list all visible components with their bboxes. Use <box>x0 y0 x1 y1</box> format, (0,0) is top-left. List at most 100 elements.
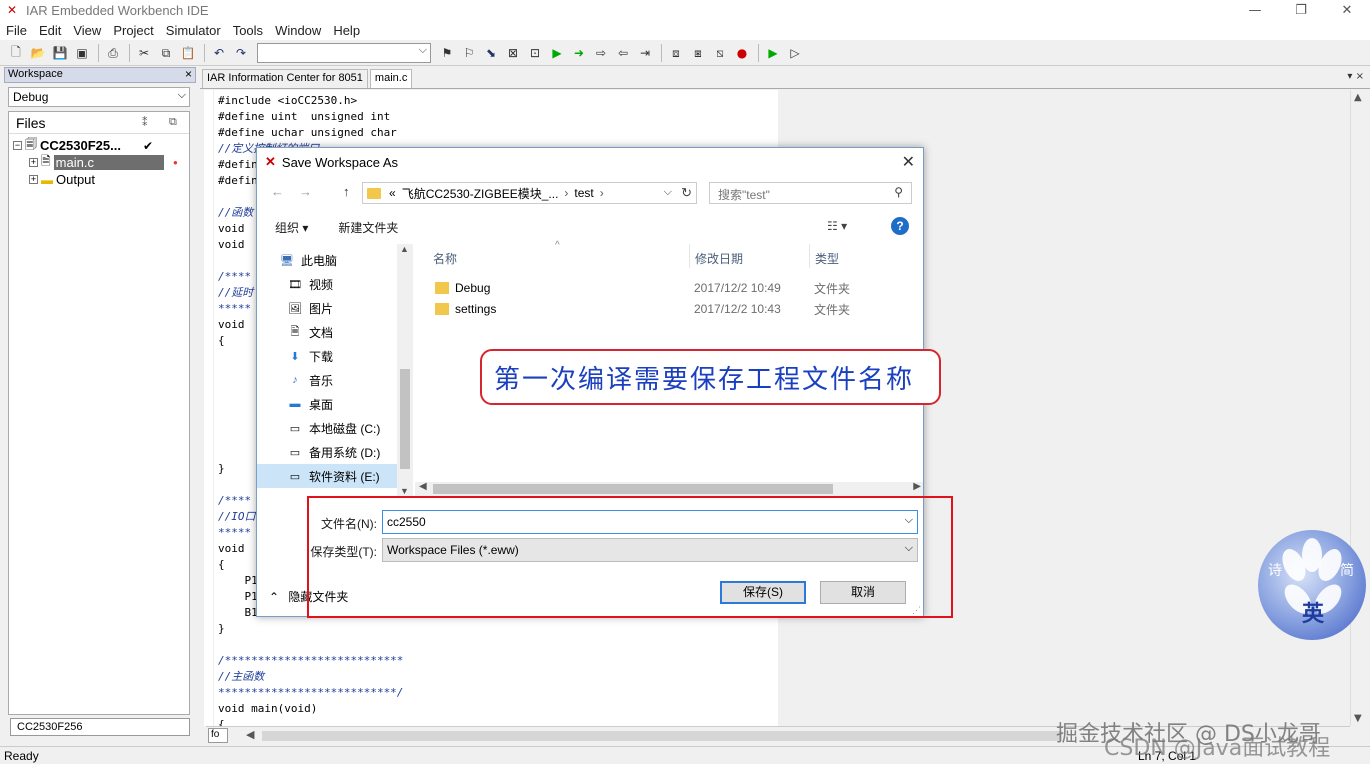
tab-info-center[interactable]: IAR Information Center for 8051 <box>202 69 368 88</box>
path-segment[interactable]: 飞航CC2530-ZIGBEE模块_... <box>402 185 559 202</box>
expand-icon[interactable]: + <box>29 175 38 184</box>
list-hscrollbar[interactable]: ◀ ▶ <box>415 481 923 496</box>
save-icon[interactable]: 💾 <box>50 43 70 63</box>
bookmark-icon[interactable]: ⊠ <box>503 43 523 63</box>
desktop-icon: ▬ <box>289 398 301 410</box>
menu-simulator[interactable]: Simulator <box>160 23 227 38</box>
tab-main-c[interactable]: main.c <box>369 69 413 88</box>
undo-icon[interactable]: ↶ <box>209 43 229 63</box>
function-nav-button[interactable]: fo <box>208 728 228 743</box>
debug-no-download-icon[interactable]: ▷ <box>785 43 805 63</box>
next-icon[interactable]: ➜ <box>569 43 589 63</box>
compile-icon[interactable]: ⧈ <box>666 43 686 63</box>
nav-item-drive-c[interactable]: ▭ 本地磁盘 (C:) <box>287 416 397 440</box>
chevron-down-icon[interactable]: ⌵ <box>664 186 672 199</box>
next-bookmark-icon[interactable]: ⊡ <box>525 43 545 63</box>
tab-controls[interactable]: ▾ × <box>1347 71 1364 82</box>
up-button[interactable]: ↑ <box>343 184 350 199</box>
stop-build-icon[interactable]: ⧅ <box>710 43 730 63</box>
scroll-left-icon[interactable]: ◀ <box>419 481 427 492</box>
vertical-scrollbar[interactable]: ▲ ▼ <box>1350 90 1368 726</box>
refresh-icon[interactable]: ↻ <box>681 185 692 201</box>
nav-item-this-pc[interactable]: 🖥 此电脑 <box>279 248 389 272</box>
menu-file[interactable]: File <box>0 23 33 38</box>
new-file-icon[interactable]: 🗋 <box>6 43 26 63</box>
print-icon[interactable]: ⎙ <box>103 43 123 63</box>
column-type[interactable]: 类型 <box>815 250 839 267</box>
step-out-icon[interactable]: ⇦ <box>613 43 633 63</box>
forward-button[interactable]: → <box>299 184 312 199</box>
breakpoint-icon[interactable]: ● <box>732 43 752 63</box>
scroll-thumb[interactable] <box>262 731 1062 741</box>
menu-window[interactable]: Window <box>269 23 327 38</box>
cut-icon[interactable]: ✂ <box>134 43 154 63</box>
scroll-up-icon[interactable]: ▲ <box>1354 92 1362 103</box>
find-combo[interactable] <box>257 43 431 63</box>
nav-item-documents[interactable]: 🗎 文档 <box>287 320 397 344</box>
collapse-icon[interactable]: − <box>13 141 22 150</box>
nav-item-music[interactable]: ♪ 音乐 <box>287 368 397 392</box>
step-icon[interactable]: ⇨ <box>591 43 611 63</box>
scroll-thumb[interactable] <box>400 369 410 469</box>
tree-folder-row[interactable]: + ▬ Output <box>9 171 189 188</box>
new-folder-button[interactable]: 新建文件夹 <box>338 219 398 236</box>
goto-icon[interactable]: ⬊ <box>481 43 501 63</box>
menu-project[interactable]: Project <box>107 23 159 38</box>
nav-item-drive-e[interactable]: ▭ 软件资料 (E:) <box>257 464 397 488</box>
workspace-header: Workspace × <box>4 67 196 83</box>
download-debug-icon[interactable]: ▶ <box>763 43 783 63</box>
menu-edit[interactable]: Edit <box>33 23 67 38</box>
folder-icon <box>367 187 381 199</box>
find-next-icon[interactable]: ⚐ <box>459 43 479 63</box>
scroll-up-icon[interactable]: ▲ <box>400 244 409 254</box>
expand-icon[interactable]: + <box>29 158 38 167</box>
nav-item-downloads[interactable]: ⬇ 下载 <box>287 344 397 368</box>
redo-icon[interactable]: ↷ <box>231 43 251 63</box>
list-item[interactable]: Debug 2017/12/2 10:49 文件夹 <box>435 278 915 298</box>
menu-tools[interactable]: Tools <box>227 23 269 38</box>
build-config-select[interactable]: Debug ⌵ <box>8 87 190 107</box>
nav-item-pictures[interactable]: 🖼 图片 <box>287 296 397 320</box>
open-folder-icon[interactable]: 📂 <box>28 43 48 63</box>
minimize-button[interactable]: — <box>1232 0 1278 20</box>
tree-file-row[interactable]: + 🗎 main.c ● <box>9 154 189 171</box>
search-input[interactable]: 搜索"test" ⚲ <box>709 182 912 204</box>
column-date[interactable]: 修改日期 <box>695 250 743 267</box>
scroll-down-icon[interactable]: ▼ <box>1354 713 1362 724</box>
view-options-button[interactable]: ☷ ▾ <box>827 219 847 233</box>
run-to-icon[interactable]: ⇥ <box>635 43 655 63</box>
path-segment[interactable]: test <box>574 186 593 200</box>
tree-project-row[interactable]: − 🗐 CC2530F25... ✔ <box>9 137 189 154</box>
nav-item-videos[interactable]: 🎞 视频 <box>287 272 397 296</box>
drive-icon: ▭ <box>289 446 301 459</box>
list-item[interactable]: settings 2017/12/2 10:43 文件夹 <box>435 299 915 319</box>
make-icon[interactable]: ⧆ <box>688 43 708 63</box>
close-button[interactable]: ✕ <box>1324 0 1370 20</box>
menu-view[interactable]: View <box>67 23 107 38</box>
workspace-close-icon[interactable]: × <box>185 67 192 81</box>
nav-scrollbar[interactable]: ▲ ▼ <box>397 244 413 496</box>
restore-button[interactable]: ❐ <box>1278 0 1324 20</box>
find-icon[interactable]: ⚑ <box>437 43 457 63</box>
help-icon[interactable]: ? <box>891 217 909 235</box>
dialog-close-button[interactable]: ✕ <box>902 152 915 172</box>
menu-help[interactable]: Help <box>327 23 366 38</box>
filter-icon[interactable]: ⧉ <box>169 116 177 129</box>
options-icon[interactable]: ⁑ <box>142 116 148 129</box>
organize-button[interactable]: 组织 ▾ <box>275 219 308 236</box>
scroll-left-icon[interactable]: ◀ <box>246 728 254 741</box>
scroll-down-icon[interactable]: ▼ <box>400 486 409 496</box>
scroll-right-icon[interactable]: ▶ <box>913 481 921 492</box>
copy-icon[interactable]: ⧉ <box>156 43 176 63</box>
nav-item-desktop[interactable]: ▬ 桌面 <box>287 392 397 416</box>
toggle-bookmark-icon[interactable]: ▶ <box>547 43 567 63</box>
back-button[interactable]: ← <box>271 184 284 199</box>
save-all-icon[interactable]: ▣ <box>72 43 92 63</box>
address-bar[interactable]: « 飞航CC2530-ZIGBEE模块_... › test › ⌵ ↻ <box>362 182 697 204</box>
scroll-thumb[interactable] <box>433 484 833 494</box>
column-name[interactable]: 名称 <box>433 250 457 267</box>
nav-item-drive-d[interactable]: ▭ 备用系统 (D:) <box>287 440 397 464</box>
workspace-tab[interactable]: CC2530F256 <box>10 718 190 736</box>
paste-icon[interactable]: 📋 <box>178 43 198 63</box>
status-text: Ready <box>4 749 39 763</box>
